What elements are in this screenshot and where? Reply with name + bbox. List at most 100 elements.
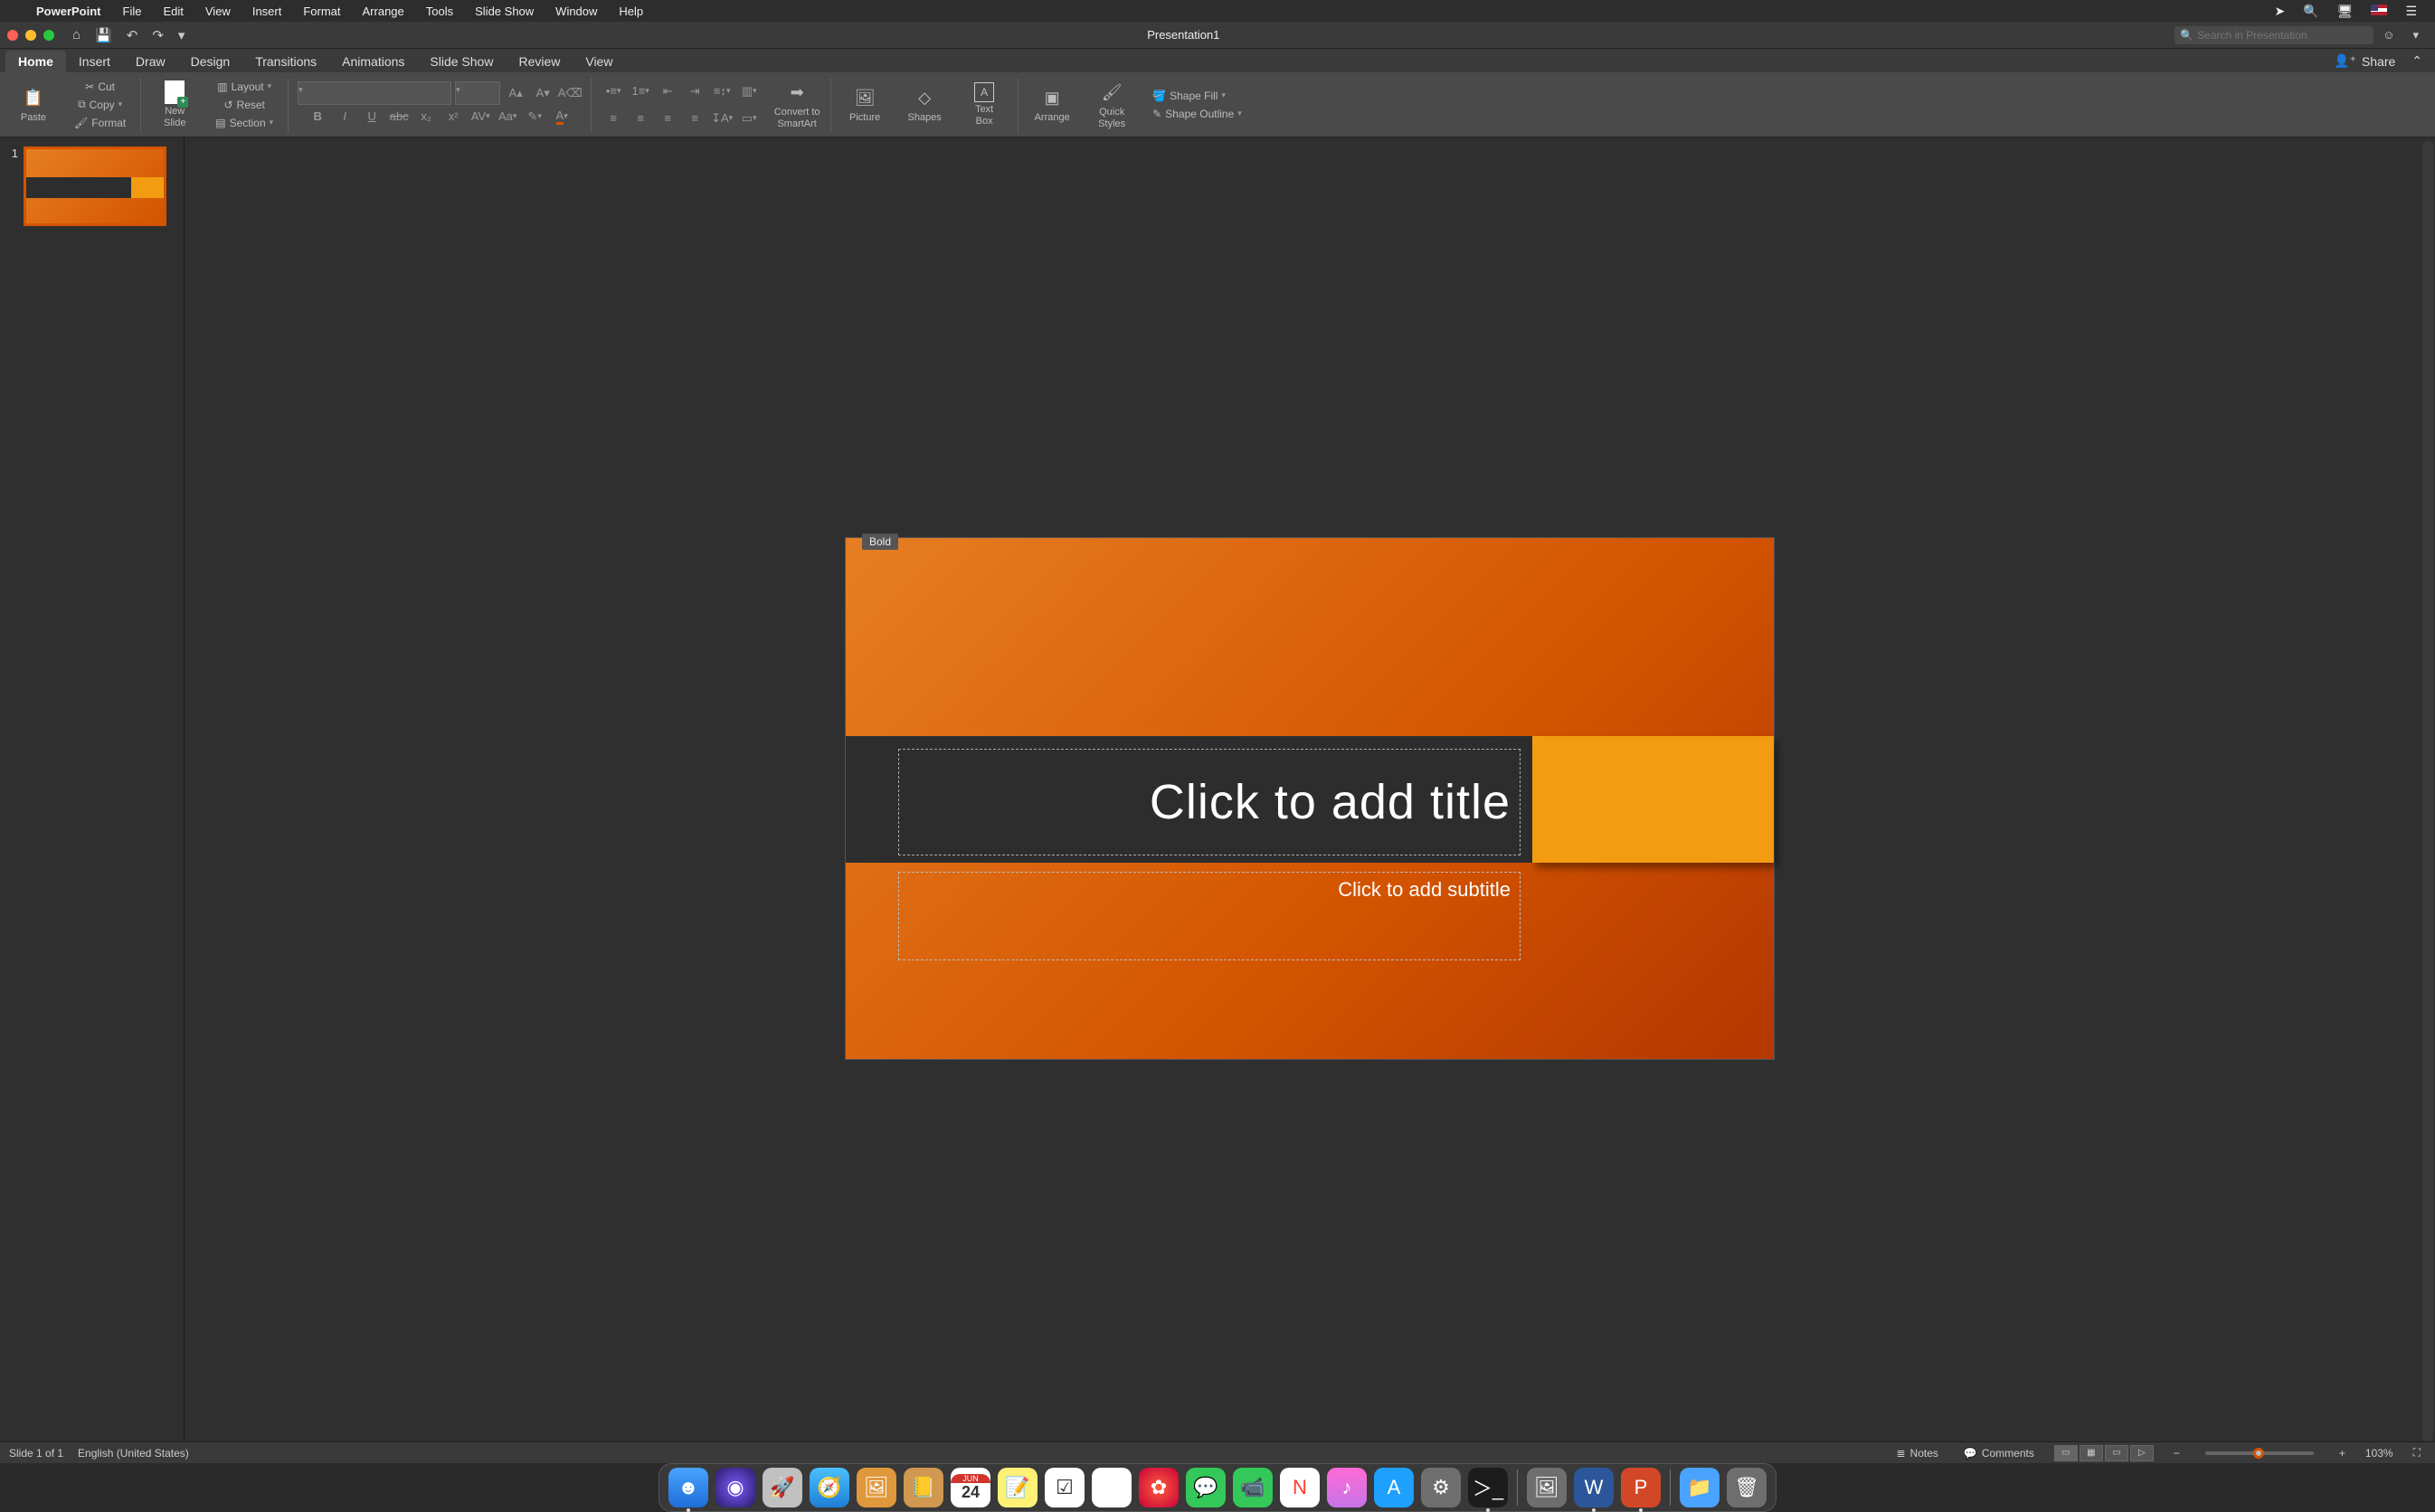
shape-fill-button[interactable]: 🪣Shape Fill: [1147, 87, 1231, 105]
tab-transitions[interactable]: Transitions: [242, 51, 329, 72]
reset-button[interactable]: ↺Reset: [218, 96, 270, 114]
menu-view[interactable]: View: [194, 5, 242, 18]
search-input[interactable]: [2197, 29, 2368, 42]
slide-canvas-area[interactable]: Bold Click to add title Click to add sub…: [185, 137, 2435, 1445]
menubar-appname[interactable]: PowerPoint: [25, 5, 112, 18]
collapse-ribbon-icon[interactable]: ⌃: [2404, 50, 2430, 72]
appstore-icon[interactable]: A: [1374, 1468, 1414, 1507]
redo-icon[interactable]: ↷: [145, 27, 171, 43]
messages-icon[interactable]: 💬: [1186, 1468, 1226, 1507]
picture-button[interactable]: 🖼 Picture: [840, 74, 889, 135]
align-left-button[interactable]: ≡: [601, 106, 626, 131]
subtitle-placeholder[interactable]: Click to add subtitle: [898, 872, 1521, 960]
align-text-button[interactable]: ▭: [736, 106, 762, 131]
save-icon[interactable]: 💾: [88, 27, 119, 43]
reminders-icon[interactable]: ☑: [1045, 1468, 1085, 1507]
news-icon[interactable]: N: [1280, 1468, 1320, 1507]
calendar-icon[interactable]: JUN 24: [951, 1468, 990, 1507]
menu-arrange[interactable]: Arrange: [352, 5, 415, 18]
arrange-button[interactable]: ▣ Arrange: [1028, 74, 1076, 135]
slide[interactable]: Click to add title Click to add subtitle: [846, 538, 1774, 1059]
cut-button[interactable]: ✂Cut: [80, 78, 120, 96]
language-status[interactable]: English (United States): [78, 1447, 189, 1460]
decrease-font-icon[interactable]: A▾: [531, 81, 554, 105]
superscript-button[interactable]: x²: [441, 105, 465, 128]
display-icon[interactable]: 🖥: [2328, 4, 2363, 19]
launchpad-icon[interactable]: 🚀: [763, 1468, 802, 1507]
slideshow-view-button[interactable]: ▷: [2130, 1445, 2154, 1461]
finder-icon[interactable]: ☻: [668, 1468, 708, 1507]
photos-icon[interactable]: ✿: [1139, 1468, 1179, 1507]
qat-customize-icon[interactable]: ▾: [171, 27, 193, 43]
slide-thumbnail-pane[interactable]: 1: [0, 137, 185, 1445]
increase-font-icon[interactable]: A▴: [504, 81, 527, 105]
spotlight-icon[interactable]: 🔍: [2294, 4, 2327, 19]
highlight-color-button[interactable]: ✎: [523, 105, 546, 128]
downloads-icon[interactable]: 📁: [1680, 1468, 1720, 1507]
convert-to-smartart-button[interactable]: ➡ Convert to SmartArt: [772, 74, 821, 135]
notes-toggle[interactable]: ≣Notes: [1890, 1447, 1943, 1460]
text-direction-button[interactable]: ↧A: [709, 106, 734, 131]
menu-window[interactable]: Window: [545, 5, 608, 18]
powerpoint-icon[interactable]: P: [1621, 1468, 1661, 1507]
contacts-icon[interactable]: 📒: [904, 1468, 943, 1507]
align-right-button[interactable]: ≡: [655, 106, 680, 131]
terminal-icon[interactable]: ＞_: [1468, 1468, 1508, 1507]
zoom-out-button[interactable]: −: [2168, 1447, 2185, 1460]
quick-styles-button[interactable]: 🖌 Quick Styles: [1087, 74, 1136, 135]
trash-icon[interactable]: 🗑: [1727, 1468, 1767, 1507]
undo-icon[interactable]: ↶: [119, 27, 146, 43]
tab-view[interactable]: View: [573, 51, 625, 72]
feedback-smiley-icon[interactable]: ☺: [2373, 28, 2403, 42]
tab-review[interactable]: Review: [506, 51, 573, 72]
change-case-button[interactable]: Aa: [496, 105, 519, 128]
paste-button[interactable]: 📋 Paste: [9, 74, 58, 135]
search-in-presentation[interactable]: 🔍: [2174, 26, 2373, 44]
font-family-combo[interactable]: [298, 81, 451, 105]
layout-button[interactable]: ▥Layout: [212, 78, 277, 96]
menu-insert[interactable]: Insert: [242, 5, 293, 18]
tab-animations[interactable]: Animations: [329, 51, 417, 72]
share-button[interactable]: 👤⁺Share: [2325, 50, 2404, 72]
bullets-button[interactable]: •≡: [601, 79, 626, 104]
subscript-button[interactable]: x₂: [414, 105, 438, 128]
align-center-button[interactable]: ≡: [628, 106, 653, 131]
tab-insert[interactable]: Insert: [66, 51, 123, 72]
line-spacing-button[interactable]: ≡↕: [709, 79, 734, 104]
italic-button[interactable]: I: [333, 105, 356, 128]
slide-thumbnail-1[interactable]: [24, 146, 166, 226]
maps-icon[interactable]: 🗺: [1092, 1468, 1132, 1507]
notes-icon[interactable]: 📝: [998, 1468, 1037, 1507]
siri-icon[interactable]: ◉: [715, 1468, 755, 1507]
format-painter-button[interactable]: 🖌Format: [69, 114, 131, 132]
system-preferences-icon[interactable]: ⚙: [1421, 1468, 1461, 1507]
zoom-slider-thumb[interactable]: [2253, 1448, 2264, 1459]
shapes-button[interactable]: ◇ Shapes: [900, 74, 949, 135]
word-icon[interactable]: W: [1574, 1468, 1614, 1507]
bold-button[interactable]: B: [306, 105, 329, 128]
justify-button[interactable]: ≡: [682, 106, 707, 131]
menu-help[interactable]: Help: [608, 5, 654, 18]
vertical-scrollbar[interactable]: [2422, 141, 2433, 1441]
music-icon[interactable]: ♪: [1327, 1468, 1367, 1507]
fit-to-window-button[interactable]: ⛶: [2408, 1446, 2426, 1460]
text-box-button[interactable]: A Text Box: [960, 74, 1009, 135]
tab-draw[interactable]: Draw: [123, 51, 178, 72]
normal-view-button[interactable]: ▭: [2054, 1445, 2078, 1461]
window-minimize-button[interactable]: [25, 30, 36, 41]
decrease-indent-button[interactable]: ⇤: [655, 79, 680, 104]
font-color-button[interactable]: A: [550, 105, 573, 128]
menu-edit[interactable]: Edit: [152, 5, 194, 18]
tab-design[interactable]: Design: [178, 51, 243, 72]
section-button[interactable]: ▤Section: [210, 114, 279, 132]
underline-button[interactable]: U: [360, 105, 384, 128]
sorter-view-button[interactable]: ▦: [2080, 1445, 2103, 1461]
feedback-dropdown-icon[interactable]: ▾: [2403, 28, 2428, 43]
reading-view-button[interactable]: ▭: [2105, 1445, 2128, 1461]
numbering-button[interactable]: 1≡: [628, 79, 653, 104]
columns-button[interactable]: ▥: [736, 79, 762, 104]
window-zoom-button[interactable]: [43, 30, 54, 41]
zoom-slider[interactable]: [2205, 1451, 2314, 1455]
home-icon[interactable]: ⌂: [65, 27, 88, 43]
facetime-icon[interactable]: 📹: [1233, 1468, 1273, 1507]
